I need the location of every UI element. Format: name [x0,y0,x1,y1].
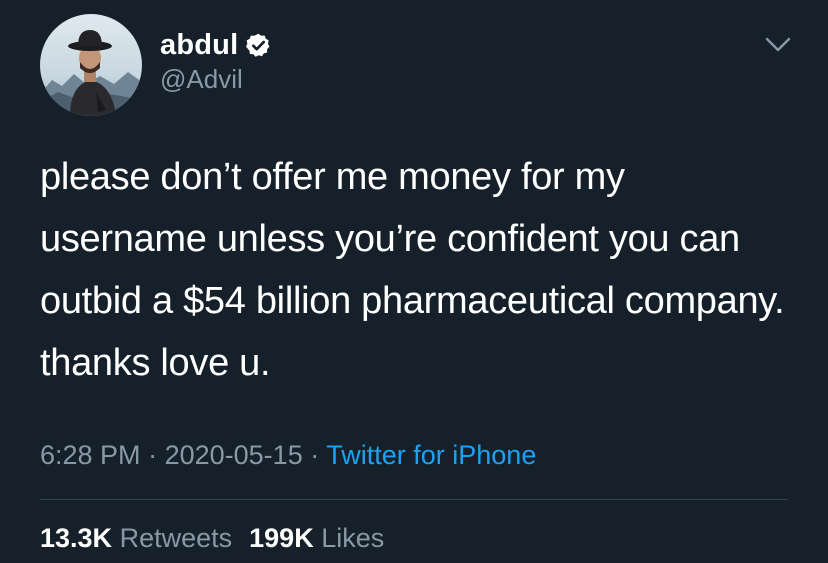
author-name-row[interactable]: abdul [160,28,272,62]
tweet-source-link[interactable]: Twitter for iPhone [326,440,536,470]
retweets-count: 13.3K [40,523,113,553]
divider [40,499,788,500]
likes-label: Likes [321,523,385,553]
tweet-date[interactable]: 2020-05-15 [165,440,303,470]
meta-separator: · [310,440,320,470]
display-name[interactable]: abdul [160,29,238,62]
chevron-down-icon[interactable] [764,34,792,56]
meta-separator: · [148,440,158,470]
likes-stat[interactable]: 199K Likes [249,523,384,554]
tweet-card: abdul @Advil please don’t offer me money… [0,0,828,563]
handle[interactable]: @Advil [160,64,243,95]
tweet-stats: 13.3K Retweets 199K Likes [40,523,401,554]
retweets-label: Retweets [119,523,233,553]
retweets-stat[interactable]: 13.3K Retweets [40,523,232,554]
verified-badge-icon [245,32,272,59]
tweet-meta: 6:28 PM · 2020-05-15 · Twitter for iPhon… [40,440,536,471]
tweet-time[interactable]: 6:28 PM [40,440,141,470]
likes-count: 199K [249,523,314,553]
avatar-image [40,14,142,116]
avatar[interactable] [40,14,142,116]
tweet-text: please don’t offer me money for my usern… [40,156,785,384]
